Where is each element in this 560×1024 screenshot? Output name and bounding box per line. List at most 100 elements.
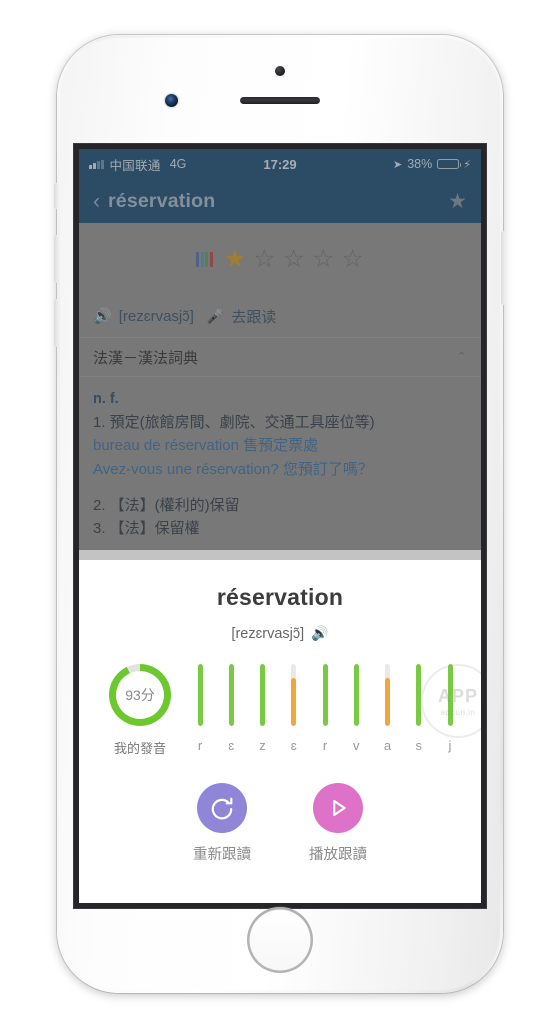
phonetic-label: [rezɛrvasjɔ̃]: [118, 307, 194, 325]
phoneme-bar-fill: [416, 664, 422, 726]
phoneme-bar-fill: [291, 677, 297, 726]
definition-example: Avez-vous une réservation? 您預訂了嗎？: [93, 460, 373, 478]
network-type-label: 4G: [169, 157, 187, 171]
phoneme-bar: [260, 664, 265, 726]
phoneme-item: ɛ: [220, 664, 242, 753]
phoneme-label: ɛ: [228, 738, 235, 753]
definition-entry: 1. 預定(旅館房間、劇院、交通工具座位等): [93, 414, 375, 431]
word-rating-row: ★ ☆ ☆ ☆ ☆: [79, 223, 481, 295]
score-area: 93分 我的發音 r ɛ z ɛ r v a s j: [79, 664, 481, 757]
score-caption-label: 我的發音: [113, 741, 166, 756]
phoneme-label: ɛ: [290, 738, 297, 753]
phoneme-item: j: [439, 664, 461, 753]
refresh-icon[interactable]: [197, 783, 247, 833]
dictionary-page: 中国联通 4G 17:29 ➤ 38% ⚡ ‹ réservation ★ ★ …: [79, 149, 481, 560]
phoneme-label: r: [322, 738, 328, 753]
rating-star-5[interactable]: ☆: [341, 246, 363, 272]
status-bar-left: 中国联通 4G: [89, 155, 186, 174]
power-button[interactable]: [501, 231, 506, 305]
books-icon: [196, 251, 213, 267]
play-recording-button[interactable]: 播放跟讀: [309, 783, 367, 864]
sheet-phonetic-label: [rezɛrvasjɔ̃]: [231, 625, 305, 642]
rating-star-2[interactable]: ☆: [253, 246, 275, 272]
home-button[interactable]: [247, 907, 313, 973]
back-chevron-icon[interactable]: ‹: [93, 191, 100, 212]
redo-recording-button[interactable]: 重新跟讀: [193, 783, 251, 864]
phoneme-bar-fill: [353, 664, 359, 726]
phoneme-bar-fill: [197, 664, 203, 726]
status-bar-right: ➤ 38% ⚡: [393, 157, 471, 171]
redo-recording-label: 重新跟讀: [193, 847, 251, 863]
definition-spacer: [93, 481, 467, 494]
score-column: 93分 我的發音: [97, 664, 183, 757]
phoneme-item: r: [189, 664, 211, 753]
phoneme-label: a: [383, 738, 392, 753]
phoneme-label: s: [415, 738, 423, 753]
definition-example: bureau de réservation 售預定票處: [93, 437, 319, 455]
front-camera-icon: [165, 94, 178, 107]
phoneme-item: v: [345, 664, 367, 753]
dictionary-name-label: 法漢－漢法詞典: [93, 349, 199, 367]
phonetic-row: 🔊 [rezɛrvasjɔ̃] 🎤 去跟读: [79, 295, 481, 337]
rating-star-4[interactable]: ☆: [312, 246, 334, 272]
phoneme-bar: [447, 664, 453, 726]
earpiece-speaker: [240, 97, 320, 104]
iphone-device-frame: 中国联通 4G 17:29 ➤ 38% ⚡ ‹ réservation ★ ★ …: [54, 35, 506, 993]
chevron-up-icon[interactable]: ⌃: [456, 349, 467, 365]
phoneme-bar: [416, 664, 422, 726]
phoneme-item: z: [252, 664, 274, 753]
charging-bolt-icon: ⚡: [463, 158, 471, 171]
phoneme-label: z: [259, 738, 266, 753]
carrier-label: 中国联通: [109, 158, 161, 173]
phoneme-bar: [322, 664, 328, 726]
phoneme-item: r: [314, 664, 336, 753]
favorite-star-icon[interactable]: ★: [448, 189, 467, 214]
play-recording-label: 播放跟讀: [309, 847, 367, 863]
sheet-phonetic-row: [rezɛrvasjɔ̃] 🔊: [79, 625, 481, 642]
cellular-signal-icon: [89, 159, 104, 169]
microphone-icon[interactable]: 🎤: [207, 308, 224, 325]
rating-star-3[interactable]: ☆: [283, 246, 305, 272]
battery-percent-label: 38%: [407, 157, 433, 171]
phoneme-bar-fill: [322, 664, 328, 726]
volume-up-button[interactable]: [54, 235, 59, 283]
definition-entry: 2. 【法】(權利的)保留: [93, 496, 240, 514]
phoneme-bar: [228, 664, 234, 726]
part-of-speech-label: n. f.: [93, 391, 119, 407]
score-value-label: 93分: [125, 687, 155, 703]
volume-down-button[interactable]: [54, 299, 59, 347]
location-arrow-icon: ➤: [393, 158, 403, 171]
phone-screen: 中国联通 4G 17:29 ➤ 38% ⚡ ‹ réservation ★ ★ …: [79, 149, 481, 903]
phoneme-bar-fill: [260, 664, 265, 726]
phoneme-item: ɛ: [283, 664, 305, 753]
phoneme-label: v: [353, 738, 360, 753]
clock-label: 17:29: [263, 156, 297, 172]
speaker-icon[interactable]: 🔊: [93, 307, 112, 325]
phoneme-bar-chart: r ɛ z ɛ r v a s j: [183, 664, 463, 753]
phoneme-bar: [291, 664, 297, 726]
silent-switch[interactable]: [54, 183, 59, 209]
action-buttons-row: 重新跟讀 播放跟讀: [79, 783, 481, 864]
speaker-icon[interactable]: 🔊: [311, 625, 328, 642]
follow-read-link[interactable]: 去跟读: [231, 306, 276, 327]
phoneme-bar: [353, 664, 359, 726]
play-icon[interactable]: [313, 783, 363, 833]
phoneme-bar-fill: [447, 664, 453, 726]
battery-icon: [437, 158, 462, 170]
phoneme-bar-fill: [228, 664, 234, 726]
proximity-sensor-icon: [275, 66, 285, 76]
phoneme-label: j: [448, 738, 452, 753]
score-progress-ring: 93分: [109, 664, 171, 726]
navigation-bar: ‹ réservation ★: [79, 179, 481, 223]
phoneme-bar: [385, 664, 390, 726]
pronunciation-result-sheet: réservation [rezɛrvasjɔ̃] 🔊 93分 我的發音 r ɛ…: [79, 560, 481, 903]
dictionary-definition-body: n. f. 1. 預定(旅館房間、劇院、交通工具座位等) bureau de r…: [79, 377, 481, 551]
dictionary-section-header[interactable]: 法漢－漢法詞典 ⌃: [79, 337, 481, 377]
status-bar: 中国联通 4G 17:29 ➤ 38% ⚡: [79, 149, 481, 179]
phoneme-item: a: [377, 664, 399, 753]
phoneme-bar-fill: [385, 677, 390, 726]
sheet-word-title: réservation: [216, 584, 344, 610]
page-title: réservation: [108, 189, 216, 212]
rating-star-1[interactable]: ★: [224, 246, 246, 272]
phoneme-item: s: [408, 664, 430, 753]
